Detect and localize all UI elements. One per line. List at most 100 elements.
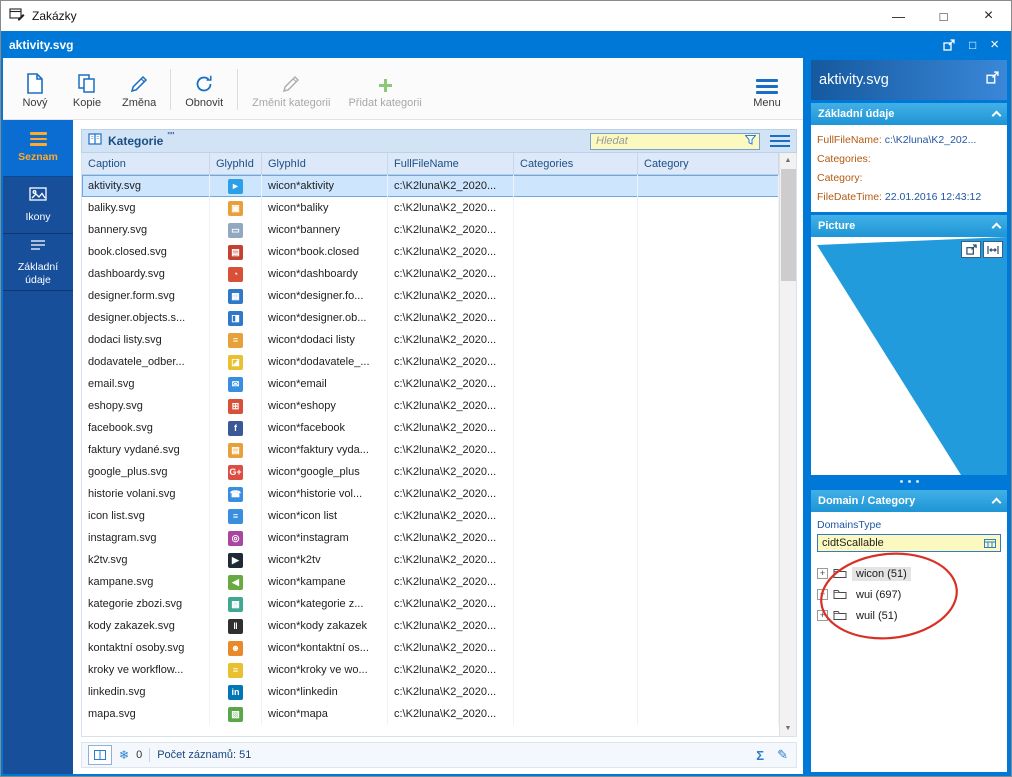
cell-categories <box>514 461 638 483</box>
edit-notes-icon[interactable]: ✎ <box>775 747 790 763</box>
table-row[interactable]: linkedin.svg in wicon*linkedin c:\K2luna… <box>82 681 779 703</box>
cell-glyphid: wicon*mapa <box>262 703 388 725</box>
table-row[interactable]: email.svg ✉ wicon*email c:\K2luna\K2_202… <box>82 373 779 395</box>
section-header-domain[interactable]: Domain / Category <box>811 490 1007 512</box>
mdi-maximize-button[interactable]: □ <box>969 38 976 52</box>
section-header-basic[interactable]: Základní údaje <box>811 103 1007 125</box>
table-row[interactable]: designer.objects.s... ◨ wicon*designer.o… <box>82 307 779 329</box>
table-row[interactable]: historie volani.svg ☎ wicon*historie vol… <box>82 483 779 505</box>
cell-caption: kontaktní osoby.svg <box>82 637 210 659</box>
combo-dropdown-icon[interactable] <box>982 539 998 548</box>
table-row[interactable]: dashboardy.svg ◔ wicon*dashboardy c:\K2l… <box>82 263 779 285</box>
sidebar-item-seznam[interactable]: Seznam <box>3 120 73 177</box>
table-row[interactable]: google_plus.svg G+ wicon*google_plus c:\… <box>82 461 779 483</box>
search-input[interactable] <box>594 134 745 148</box>
row-icon: ≡ <box>228 333 243 348</box>
vertical-scrollbar[interactable]: ▲ ▼ <box>779 153 796 736</box>
expand-icon[interactable] <box>817 568 828 579</box>
picture-fit-button[interactable] <box>983 241 1003 258</box>
table-row[interactable]: book.closed.svg ▤ wicon*book.closed c:\K… <box>82 241 779 263</box>
column-header[interactable]: Category <box>638 153 779 175</box>
cell-category <box>638 593 779 615</box>
table-row[interactable]: kroky ve workflow... ≡ wicon*kroky ve wo… <box>82 659 779 681</box>
sum-icon[interactable]: Σ <box>752 748 768 763</box>
tree-item[interactable]: wicon (51) <box>817 563 1001 584</box>
column-header[interactable]: Categories <box>514 153 638 175</box>
book-view-icon <box>88 132 102 150</box>
tree-item[interactable]: wuil (51) <box>817 605 1001 626</box>
mdi-float-button[interactable] <box>943 39 955 51</box>
refresh-button[interactable]: Obnovit <box>176 61 232 118</box>
cell-glyphid: wicon*aktivity <box>262 175 388 197</box>
scroll-down-icon[interactable]: ▼ <box>780 721 796 736</box>
cell-fullfilename: c:\K2luna\K2_2020... <box>388 659 514 681</box>
scroll-up-icon[interactable]: ▲ <box>780 153 796 168</box>
svg-preview-shape <box>811 237 1007 475</box>
cell-category <box>638 197 779 219</box>
detail-title: aktivity.svg <box>819 72 889 88</box>
window-title: Zakázky <box>32 9 77 23</box>
cell-category <box>638 439 779 461</box>
mdi-close-button[interactable]: × <box>990 36 999 53</box>
picture-popout-button[interactable] <box>961 241 981 258</box>
change-button[interactable]: Změna <box>113 61 165 118</box>
table-row[interactable]: bannery.svg ▭ wicon*bannery c:\K2luna\K2… <box>82 219 779 241</box>
table-row[interactable]: kody zakazek.svg ‖ wicon*kody zakazek c:… <box>82 615 779 637</box>
new-button[interactable]: Nový <box>9 61 61 118</box>
cell-categories <box>514 593 638 615</box>
expand-icon[interactable] <box>817 589 828 600</box>
cell-fullfilename: c:\K2luna\K2_2020... <box>388 307 514 329</box>
column-header[interactable]: Caption <box>82 153 210 175</box>
section-header-picture[interactable]: Picture <box>811 215 1007 237</box>
table-title: Kategorie <box>108 134 163 148</box>
table-row[interactable]: instagram.svg ◎ wicon*instagram c:\K2lun… <box>82 527 779 549</box>
sidebar-item-zakladni-udaje[interactable]: Základní údaje <box>3 234 73 291</box>
sidebar-item-ikony[interactable]: Ikony <box>3 177 73 234</box>
copy-button[interactable]: Kopie <box>61 61 113 118</box>
table-menu-icon[interactable] <box>770 135 790 148</box>
cell-categories <box>514 417 638 439</box>
cell-categories <box>514 351 638 373</box>
cell-fullfilename: c:\K2luna\K2_2020... <box>388 395 514 417</box>
close-button[interactable]: × <box>966 1 1011 31</box>
row-icon: ≡ <box>228 509 243 524</box>
cell-fullfilename: c:\K2luna\K2_2020... <box>388 285 514 307</box>
table-row[interactable]: k2tv.svg ▶ wicon*k2tv c:\K2luna\K2_2020.… <box>82 549 779 571</box>
cell-categories <box>514 395 638 417</box>
row-icon: ‖ <box>228 619 243 634</box>
table-row[interactable]: aktivity.svg ► wicon*aktivity c:\K2luna\… <box>82 175 779 197</box>
column-header[interactable]: FullFileName <box>388 153 514 175</box>
cell-categories <box>514 703 638 725</box>
table-row[interactable]: kategorie zbozi.svg ▦ wicon*kategorie z.… <box>82 593 779 615</box>
scroll-thumb[interactable] <box>781 169 796 281</box>
table-row[interactable]: dodavatele_odber... ◪ wicon*dodavatele_.… <box>82 351 779 373</box>
splitter-grip[interactable] <box>811 475 1007 487</box>
cell-category <box>638 241 779 263</box>
cell-category <box>638 571 779 593</box>
cell-glyphid: wicon*book.closed <box>262 241 388 263</box>
table-row[interactable]: mapa.svg ▧ wicon*mapa c:\K2luna\K2_2020.… <box>82 703 779 725</box>
tree-item[interactable]: wui (697) <box>817 584 1001 605</box>
section-domain: Domain / Category DomainsType cidtScalla… <box>811 490 1007 772</box>
table-row[interactable]: designer.form.svg ▦ wicon*designer.fo...… <box>82 285 779 307</box>
maximize-button[interactable]: □ <box>921 1 966 31</box>
table-row[interactable]: baliky.svg ▣ wicon*baliky c:\K2luna\K2_2… <box>82 197 779 219</box>
minimize-button[interactable]: — <box>876 1 921 31</box>
table-row[interactable]: kontaktní osoby.svg ☻ wicon*kontaktní os… <box>82 637 779 659</box>
column-header[interactable]: GlyphId <box>210 153 262 175</box>
expand-icon[interactable] <box>817 610 828 621</box>
menu-button[interactable]: Menu <box>741 61 793 118</box>
column-header[interactable]: GlyphId <box>262 153 388 175</box>
domains-type-combo[interactable]: cidtScallable <box>817 534 1001 552</box>
panel-toggle-button[interactable] <box>88 745 112 765</box>
cell-glyphid: wicon*designer.fo... <box>262 285 388 307</box>
popout-icon[interactable] <box>986 71 999 89</box>
table-row[interactable]: kampane.svg ◀ wicon*kampane c:\K2luna\K2… <box>82 571 779 593</box>
status-separator <box>149 748 150 762</box>
table-row[interactable]: eshopy.svg ⊞ wicon*eshopy c:\K2luna\K2_2… <box>82 395 779 417</box>
table-row[interactable]: facebook.svg f wicon*facebook c:\K2luna\… <box>82 417 779 439</box>
table-row[interactable]: dodaci listy.svg ≡ wicon*dodaci listy c:… <box>82 329 779 351</box>
table-row[interactable]: faktury vydané.svg ▤ wicon*faktury vyda.… <box>82 439 779 461</box>
table-row[interactable]: icon list.svg ≡ wicon*icon list c:\K2lun… <box>82 505 779 527</box>
filter-icon[interactable] <box>745 132 756 150</box>
